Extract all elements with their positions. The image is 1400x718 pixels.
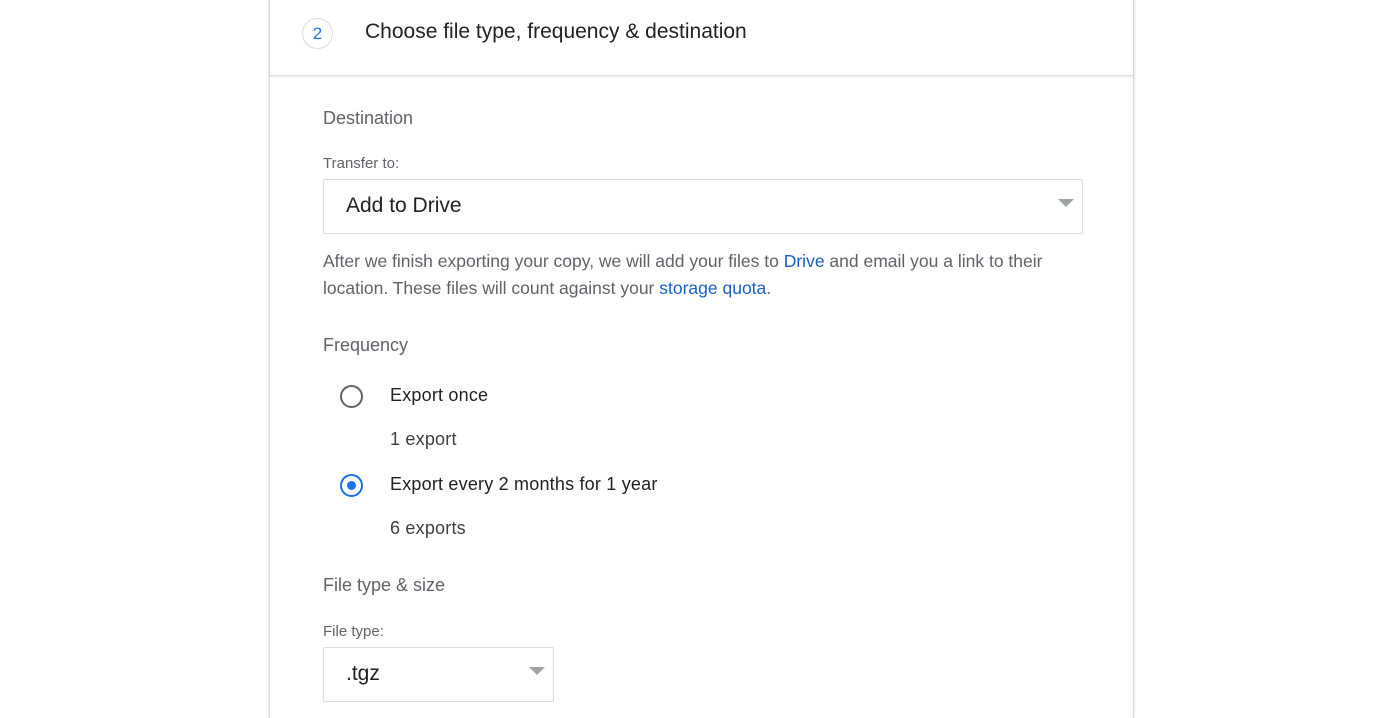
export-periodic-count: 6 exports	[390, 518, 466, 538]
description-text-end: .	[766, 278, 772, 298]
drive-link[interactable]: Drive	[784, 251, 825, 271]
storage-quota-link[interactable]: storage quota	[659, 278, 766, 298]
transfer-to-label: Transfer to:	[323, 155, 400, 172]
radio-checked-icon	[340, 474, 363, 497]
file-type-value: .tgz	[346, 662, 380, 685]
step-number-badge: 2	[302, 18, 333, 49]
export-once-label: Export once	[390, 385, 489, 405]
caret-down-icon	[529, 667, 545, 675]
caret-down-icon	[1058, 199, 1074, 207]
radio-selected-dot	[347, 481, 356, 490]
step-header: 2 Choose file type, frequency & destinat…	[270, 0, 1133, 76]
transfer-to-value: Add to Drive	[346, 194, 462, 217]
export-once-count: 1 export	[390, 429, 457, 449]
description-text-start: After we finish exporting your copy, we …	[323, 251, 784, 271]
file-type-heading: File type & size	[323, 575, 446, 595]
radio-unchecked-icon	[340, 385, 363, 408]
file-type-label: File type:	[323, 623, 384, 640]
file-type-select[interactable]: .tgz	[323, 647, 554, 702]
export-step-card: 2 Choose file type, frequency & destinat…	[269, 0, 1134, 718]
step-title: Choose file type, frequency & destinatio…	[365, 20, 747, 43]
export-periodic-label: Export every 2 months for 1 year	[390, 474, 658, 494]
frequency-heading: Frequency	[323, 335, 409, 355]
destination-heading: Destination	[323, 108, 414, 128]
destination-description: After we finish exporting your copy, we …	[323, 248, 1093, 302]
transfer-to-select[interactable]: Add to Drive	[323, 179, 1083, 234]
